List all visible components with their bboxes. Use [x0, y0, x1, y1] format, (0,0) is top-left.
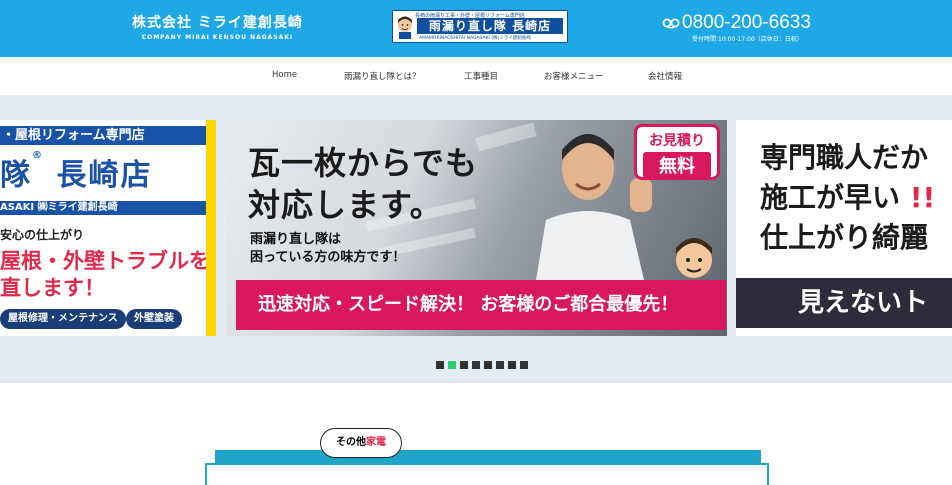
- company-logo[interactable]: 株式会社 ミライ建創長崎 COMPANY MIRAI KENSOU NAGASA…: [132, 12, 303, 41]
- slide-pill: 外壁塗装: [126, 309, 182, 329]
- exclamation-mark: !!: [909, 181, 936, 214]
- slide-title: 対応します。: [248, 186, 443, 224]
- nav-item-company[interactable]: 会社情報: [648, 70, 682, 82]
- nav-item-home[interactable]: Home: [272, 70, 297, 80]
- mascot-icon: [676, 238, 712, 278]
- slide-pill: 屋根修理・メンテナンス: [0, 309, 126, 329]
- slide-line: 安心の仕上がり: [0, 228, 85, 242]
- slide-banner: 迅速対応・スピード解決！ お客様のご都合最優先！: [236, 280, 726, 330]
- slide-current[interactable]: 瓦一枚からでも 対応します。 雨漏り直し隊は 困っている方の味方です！ 迅速対応…: [226, 120, 727, 336]
- phone-number[interactable]: 0800-200-6633: [682, 12, 811, 34]
- slider-dot[interactable]: [484, 361, 492, 369]
- speech-bubble: その他家電: [320, 428, 402, 458]
- phone-block[interactable]: 0800-200-6633 受付時間:10:00-17:00（店休日：日祝）: [662, 12, 811, 43]
- section-panel: [205, 463, 769, 485]
- slide-prev[interactable]: ・屋根リフォーム専門店 隊® 長崎店 ASAKI ㈱ミライ建創長崎 安心の仕上が…: [0, 120, 216, 336]
- slide-store-name-part1: 隊: [0, 158, 32, 193]
- nav-item-customer-menu[interactable]: お客様メニュー: [544, 70, 604, 82]
- slide-headline: 直します！: [0, 276, 105, 300]
- company-sub: COMPANY MIRAI KENSOU NAGASAKI: [141, 34, 294, 41]
- slide-banner: 見えないト: [736, 278, 952, 328]
- slider-dot[interactable]: [436, 361, 444, 369]
- slide-band: ・屋根リフォーム専門店: [0, 126, 208, 145]
- slider-dot[interactable]: [520, 361, 528, 369]
- logo-subtitle: AMAMORINAOSHITAI NAGASAKI (株)ミライ建創長崎: [419, 36, 531, 41]
- slide-store-name: 隊® 長崎店: [0, 150, 152, 194]
- site-logo[interactable]: 長崎の雨漏り工事・外壁・屋根リフォーム専門店 雨漏り直し隊 長崎店 AMAMOR…: [392, 10, 568, 43]
- slide-next[interactable]: 専門職人だか 施工が早い !! 仕上がり綺麗 見えないト: [736, 120, 952, 336]
- free-dial-icon: [662, 18, 680, 29]
- slide-title: 瓦一枚からでも: [248, 144, 479, 182]
- logo-title: 雨漏り直し隊 長崎店: [417, 18, 563, 34]
- slider-dot-active[interactable]: [448, 361, 456, 369]
- slide-accent: [206, 120, 216, 336]
- site-header: 株式会社 ミライ建創長崎 COMPANY MIRAI KENSOU NAGASA…: [0, 0, 952, 57]
- slide-title: 仕上がり綺麗: [760, 221, 929, 254]
- bubble-highlight: 家電: [366, 437, 386, 448]
- slider-dot[interactable]: [496, 361, 504, 369]
- mascot-face-icon: [398, 16, 412, 39]
- nav-item-services[interactable]: 工事種目: [464, 70, 498, 82]
- slide-subtitle: 困っている方の味方です！: [250, 250, 406, 265]
- badge-line1: お見積り: [649, 133, 705, 149]
- bubble-text: その他: [336, 437, 366, 448]
- slide-title: 専門職人だか: [760, 141, 929, 174]
- free-estimate-badge: お見積り 無料: [634, 124, 720, 180]
- slide-subtitle: 雨漏り直し隊は: [250, 232, 342, 247]
- registered-mark: ®: [32, 150, 44, 161]
- slide-headline: 屋根・外壁トラブルを: [0, 249, 210, 273]
- nav-item-about[interactable]: 雨漏り直し隊とは？: [344, 70, 421, 82]
- slider-pagination: [436, 361, 528, 369]
- slider-dot[interactable]: [508, 361, 516, 369]
- slide-title-text: 施工が早い: [760, 181, 901, 214]
- slide-store-name-part2: 長崎店: [44, 158, 153, 193]
- company-name: 株式会社 ミライ建創長崎: [132, 15, 303, 31]
- slider-dot[interactable]: [472, 361, 480, 369]
- business-hours: 受付時間:10:00-17:00（店休日：日祝）: [692, 36, 803, 43]
- badge-line2: 無料: [643, 152, 711, 178]
- slide-strip: ASAKI ㈱ミライ建創長崎: [0, 201, 206, 215]
- main-nav: Home 雨漏り直し隊とは？ 工事種目 お客様メニュー 会社情報: [0, 57, 952, 96]
- slide-title: 施工が早い !!: [760, 176, 935, 216]
- slider-dot[interactable]: [460, 361, 468, 369]
- hero-slider: ・屋根リフォーム専門店 隊® 長崎店 ASAKI ㈱ミライ建創長崎 安心の仕上が…: [0, 95, 952, 383]
